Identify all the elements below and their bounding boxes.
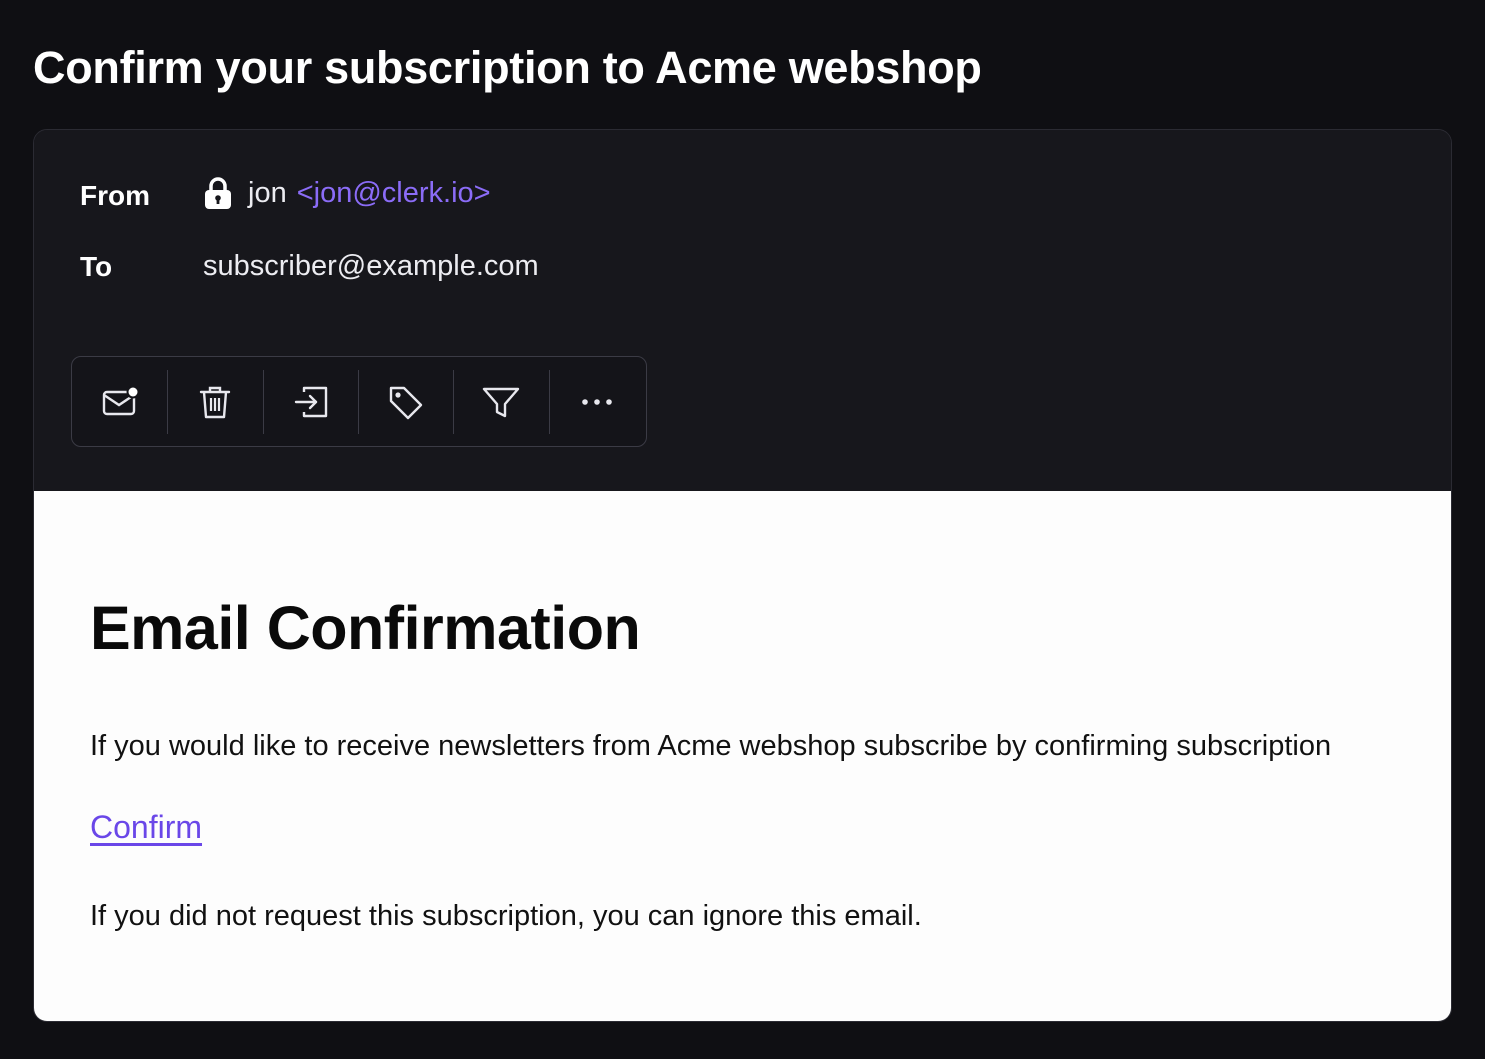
mail-unread-icon (102, 385, 140, 415)
mark-unread-button[interactable] (73, 369, 169, 434)
recipient-address: subscriber@example.com (203, 250, 539, 282)
sender-email-link[interactable]: <jon@clerk.io> (297, 177, 491, 210)
trash-icon (200, 386, 231, 418)
delete-button[interactable] (168, 369, 264, 434)
filter-button[interactable] (454, 369, 550, 434)
email-subject: Confirm your subscription to Acme websho… (33, 42, 982, 93)
email-action-toolbar (71, 356, 647, 447)
more-horizontal-icon (582, 398, 613, 405)
filter-icon (483, 387, 520, 417)
to-label: To (80, 251, 113, 282)
email-viewer: Confirm your subscription to Acme websho… (0, 0, 1485, 1059)
lock-icon (205, 177, 231, 209)
from-value: jon <jon@clerk.io> (203, 176, 491, 210)
confirm-link[interactable]: Confirm (90, 809, 202, 846)
email-body: Email Confirmation If you would like to … (34, 491, 1451, 1021)
more-actions-button[interactable] (550, 370, 645, 434)
email-body-intro: If you would like to receive newsletters… (90, 730, 1332, 762)
email-body-footer: If you did not request this subscription… (90, 900, 922, 932)
move-button[interactable] (264, 369, 359, 434)
email-card: From jon <jon@clerk.io> To subscriber@ex… (33, 129, 1452, 1022)
email-header: From jon <jon@clerk.io> To subscriber@ex… (34, 130, 1451, 491)
from-label: From (80, 180, 150, 211)
label-button[interactable] (359, 369, 455, 434)
tag-icon (389, 386, 423, 419)
email-body-heading: Email Confirmation (90, 594, 641, 662)
sender-name: jon (248, 176, 287, 209)
move-to-icon (294, 386, 328, 417)
